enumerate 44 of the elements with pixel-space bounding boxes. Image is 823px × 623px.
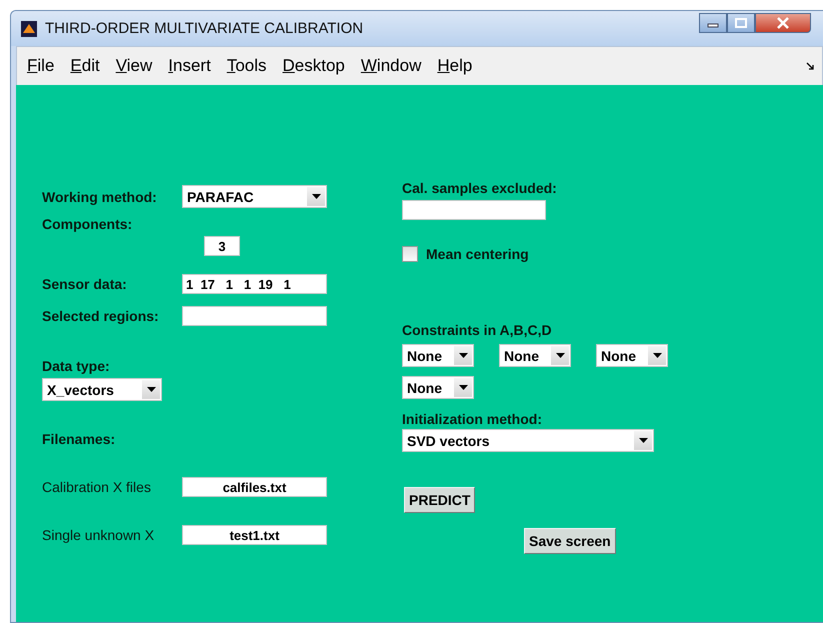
section-label: Filenames: [42, 431, 116, 447]
initialization-dropdown[interactable]: SVD vectors [402, 429, 654, 452]
menu-item[interactable]: Insert [168, 56, 211, 76]
maximize-icon [735, 18, 747, 28]
field-label: Initialization method: [402, 411, 542, 427]
data-type-dropdown[interactable]: X_vectors [42, 378, 162, 401]
filename-field[interactable]: test1.txt [182, 525, 327, 545]
maximize-button[interactable] [727, 12, 755, 32]
constraint-dropdown[interactable]: None [596, 344, 668, 367]
selected-regions-field[interactable] [182, 306, 327, 326]
constraint-dropdown[interactable]: None [402, 376, 474, 399]
menu-item[interactable]: Help [437, 56, 472, 76]
menu-item[interactable]: View [116, 56, 152, 76]
close-icon [776, 16, 790, 28]
save-screen-button[interactable]: Save screen [524, 528, 616, 554]
field-label: Single unknown X [42, 527, 156, 543]
checkbox-label: Mean centering [426, 246, 529, 262]
field-label: Selected regions: [42, 308, 160, 324]
close-button[interactable] [755, 12, 811, 32]
window-title: THIRD-ORDER MULTIVARIATE CALIBRATION [45, 20, 364, 37]
field-label: Calibration X files [42, 479, 152, 495]
excluded-samples-field[interactable] [402, 200, 546, 220]
menu-item[interactable]: File [27, 56, 54, 76]
minimize-button[interactable] [699, 12, 727, 32]
checkbox[interactable] [402, 246, 418, 262]
field-label: Sensor data: [42, 276, 128, 292]
constraint-dropdown[interactable]: None [499, 344, 571, 367]
field-label: Constraints in A,B,C,D [402, 322, 552, 338]
field-label: Cal. samples excluded: [402, 180, 557, 196]
menu-item[interactable]: Tools [226, 56, 266, 76]
field-label: Data type: [42, 358, 110, 374]
app-icon [21, 20, 37, 36]
components-field[interactable]: 3 [204, 236, 240, 256]
sensor-data-field[interactable]: 1 17 1 1 19 1 [182, 274, 327, 294]
filename-field[interactable]: calfiles.txt [182, 477, 327, 497]
menu-item[interactable]: Edit [70, 56, 100, 76]
method-dropdown[interactable]: PARAFAC [182, 185, 327, 208]
field-label: Working method: [42, 188, 158, 204]
field-label: Components: [42, 216, 132, 232]
predict-button[interactable]: PREDICT [404, 487, 476, 513]
menu-item[interactable]: Window [360, 56, 422, 76]
dock-arrow-icon [806, 62, 814, 70]
menu-item[interactable]: Desktop [282, 56, 345, 76]
constraint-dropdown[interactable]: None [402, 344, 474, 367]
